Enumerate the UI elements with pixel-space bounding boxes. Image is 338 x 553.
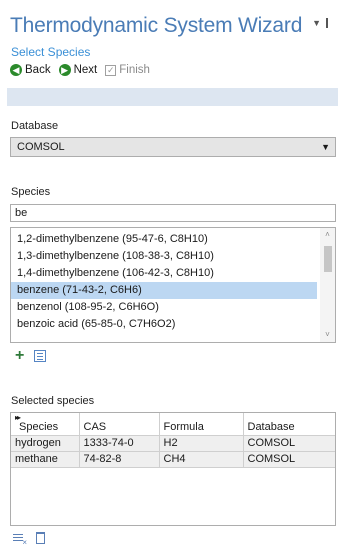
database-selected-value: COMSOL bbox=[17, 141, 65, 153]
table-row[interactable]: methane 74-82-8 CH4 COMSOL bbox=[11, 451, 335, 468]
back-label: Back bbox=[25, 64, 51, 76]
trash-icon[interactable] bbox=[36, 532, 45, 544]
column-header-cas[interactable]: CAS bbox=[79, 413, 160, 436]
expand-arrows-icon: ▸▸ bbox=[15, 413, 21, 422]
pin-icon[interactable] bbox=[326, 18, 330, 28]
selected-species-label: Selected species bbox=[11, 395, 95, 407]
list-item[interactable]: benzenol (108-95-2, C6H6O) bbox=[11, 299, 317, 316]
back-button[interactable]: ◀ Back bbox=[10, 64, 51, 76]
table-cell: hydrogen bbox=[11, 435, 80, 452]
selected-species-tools bbox=[13, 532, 45, 547]
table-cell: COMSOL bbox=[243, 435, 335, 452]
species-search-input[interactable]: be bbox=[10, 204, 336, 222]
table-cell: H2 bbox=[159, 435, 244, 452]
plus-icon[interactable]: + bbox=[15, 348, 24, 364]
column-header-formula[interactable]: Formula bbox=[159, 413, 244, 436]
list-item[interactable]: 1,4-dimethylbenzene (106-42-3, C8H10) bbox=[11, 265, 317, 282]
scrollbar-thumb[interactable] bbox=[324, 246, 332, 272]
table-cell: CH4 bbox=[159, 451, 244, 468]
clear-table-icon[interactable] bbox=[13, 533, 27, 547]
wizard-title: Thermodynamic System Wizard bbox=[10, 14, 303, 37]
next-arrow-icon: ▶ bbox=[58, 64, 71, 76]
wizard-step-title: Select Species bbox=[11, 45, 91, 59]
species-label: Species bbox=[11, 186, 51, 198]
next-button[interactable]: ▶ Next bbox=[58, 64, 98, 76]
database-label: Database bbox=[11, 120, 59, 132]
list-item[interactable]: 1,3-dimethylbenzene (108-38-3, C8H10) bbox=[11, 248, 317, 265]
selected-species-table: ▸▸ Species CAS Formula Database hydrogen… bbox=[10, 412, 336, 526]
list-item-selected[interactable]: benzene (71-43-2, C6H6) bbox=[11, 282, 317, 299]
finish-label: Finish bbox=[119, 64, 150, 76]
species-browse-icon[interactable] bbox=[34, 350, 47, 362]
table-cell: 74-82-8 bbox=[79, 451, 160, 468]
window-controls: ▼ bbox=[312, 18, 330, 28]
scroll-up-icon[interactable]: ˄ bbox=[320, 228, 335, 242]
scroll-down-icon[interactable]: ˅ bbox=[320, 328, 335, 342]
dropdown-arrow-icon[interactable]: ▼ bbox=[312, 18, 321, 28]
wizard-toolbar: ◀ Back ▶ Next ✓ Finish bbox=[10, 64, 150, 76]
back-arrow-icon: ◀ bbox=[10, 64, 22, 76]
finish-button[interactable]: ✓ Finish bbox=[105, 64, 150, 76]
species-list-tools: + bbox=[15, 348, 47, 364]
chevron-down-icon: ▼ bbox=[321, 142, 330, 152]
table-cell: methane bbox=[11, 451, 80, 468]
next-label: Next bbox=[73, 64, 98, 76]
section-divider-band bbox=[7, 88, 338, 106]
species-list[interactable]: 1,2-dimethylbenzene (95-47-6, C8H10) 1,3… bbox=[10, 227, 336, 343]
list-scrollbar[interactable]: ˄ ˅ bbox=[320, 228, 335, 342]
checkbox-icon: ✓ bbox=[105, 64, 117, 76]
list-item[interactable]: 1,2-dimethylbenzene (95-47-6, C8H10) bbox=[11, 231, 317, 248]
column-header-database[interactable]: Database bbox=[243, 413, 335, 436]
table-row[interactable]: hydrogen 1333-74-0 H2 COMSOL bbox=[11, 435, 335, 452]
database-select[interactable]: COMSOL ▼ bbox=[10, 137, 336, 157]
list-item[interactable]: benzoic acid (65-85-0, C7H6O2) bbox=[11, 316, 317, 333]
table-cell: COMSOL bbox=[243, 451, 335, 468]
table-cell: 1333-74-0 bbox=[79, 435, 160, 452]
column-header-species[interactable]: ▸▸ Species bbox=[11, 413, 80, 436]
